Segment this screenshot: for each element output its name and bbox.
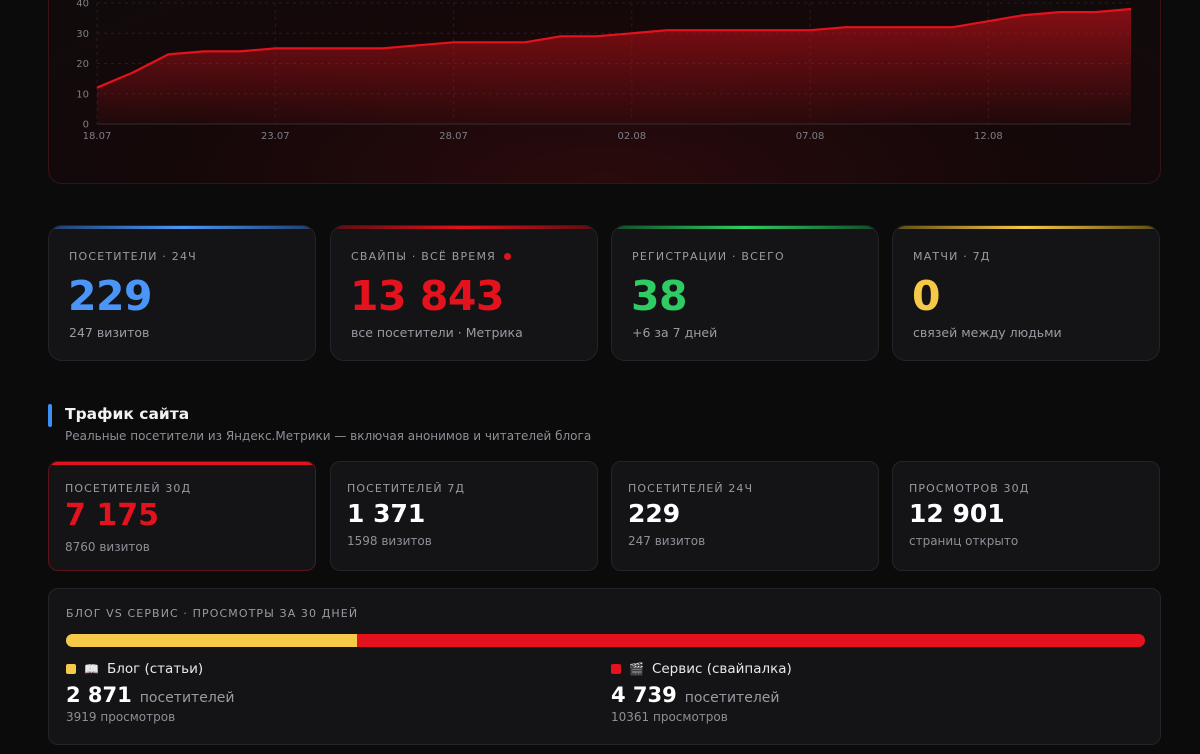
traffic-card-visitors-30d[interactable]: ПОСЕТИТЕЛЕЙ 30Д 7 175 8760 визитов <box>48 461 316 571</box>
section-accent-bar <box>48 404 52 427</box>
live-indicator-icon <box>504 253 511 260</box>
traffic-value: 1 371 <box>347 499 426 528</box>
stat-label: ПОСЕТИТЕЛИ · 24Ч <box>69 250 197 263</box>
x-tick-label: 18.07 <box>83 131 112 142</box>
service-swatch <box>611 664 621 674</box>
traffic-sub: 247 визитов <box>628 534 706 548</box>
y-tick-label: 0 <box>83 120 89 131</box>
section-title: Трафик сайта <box>65 405 190 423</box>
legend-views: 10361 просмотров <box>611 710 728 724</box>
traffic-sub: 8760 визитов <box>65 540 150 554</box>
stat-value: 229 <box>68 272 153 320</box>
traffic-value: 12 901 <box>909 499 1005 528</box>
traffic-sub: 1598 визитов <box>347 534 432 548</box>
legend-views: 3919 просмотров <box>66 710 176 724</box>
stat-card-swipes: СВАЙПЫ · ВСЁ ВРЕМЯ 13 843 все посетители… <box>330 225 598 361</box>
stat-value: 0 <box>912 272 941 320</box>
blog-vs-service-bar <box>66 634 1145 647</box>
legend-unit: посетителей <box>684 690 780 706</box>
y-tick-label: 40 <box>76 0 89 10</box>
series-area <box>97 9 1131 124</box>
legend-unit: посетителей <box>139 690 235 706</box>
x-tick-label: 23.07 <box>261 131 290 142</box>
legend-service: 🎬 Сервис (свайпалка) 4 739 посетителей 1… <box>611 661 792 724</box>
traffic-label: ПОСЕТИТЕЛЕЙ 30Д <box>65 482 192 495</box>
section-subtitle: Реальные посетители из Яндекс.Метрики — … <box>65 429 592 443</box>
clapperboard-icon: 🎬 <box>629 662 644 676</box>
traffic-card-pageviews-30d[interactable]: ПРОСМОТРОВ 30Д 12 901 страниц открыто <box>892 461 1160 571</box>
stat-card-matches: МАТЧИ · 7Д 0 связей между людьми <box>892 225 1160 361</box>
stat-label: МАТЧИ · 7Д <box>913 250 991 263</box>
stat-sub: +6 за 7 дней <box>632 325 718 340</box>
traffic-label: ПОСЕТИТЕЛЕЙ 24Ч <box>628 482 754 495</box>
traffic-value: 7 175 <box>65 498 159 533</box>
traffic-card-visitors-7d[interactable]: ПОСЕТИТЕЛЕЙ 7Д 1 371 1598 визитов <box>330 461 598 571</box>
split-label: БЛОГ VS СЕРВИС · ПРОСМОТРЫ ЗА 30 ДНЕЙ <box>66 607 359 620</box>
stat-sub: 247 визитов <box>69 325 150 340</box>
stat-value: 13 843 <box>350 272 504 320</box>
x-tick-label: 02.08 <box>618 131 647 142</box>
traffic-label: ПРОСМОТРОВ 30Д <box>909 482 1030 495</box>
traffic-sub: страниц открыто <box>909 534 1019 548</box>
stat-accent-line <box>893 226 1159 229</box>
stat-accent-line <box>331 226 597 229</box>
stat-card-registrations: РЕГИСТРАЦИИ · ВСЕГО 38 +6 за 7 дней <box>611 225 879 361</box>
blog-vs-service-card: БЛОГ VS СЕРВИС · ПРОСМОТРЫ ЗА 30 ДНЕЙ 📖 … <box>48 588 1161 745</box>
y-tick-label: 10 <box>76 89 89 100</box>
visitors-chart-card: 0 10 20 30 40 18.07 23.07 28.07 02.08 07.08 12.08 <box>48 0 1161 184</box>
active-accent-line <box>49 462 315 465</box>
x-tick-label: 07.08 <box>796 131 825 142</box>
blog-share-segment <box>66 634 358 647</box>
blog-swatch <box>66 664 76 674</box>
x-tick-label: 12.08 <box>974 131 1003 142</box>
visitors-chart: 0 10 20 30 40 18.07 23.07 28.07 02.08 07.08 12.08 <box>76 0 1132 142</box>
stat-sub: все посетители · Метрика <box>351 325 523 340</box>
service-share-segment <box>357 634 1145 647</box>
stat-card-visitors: ПОСЕТИТЕЛИ · 24Ч 229 247 визитов <box>48 225 316 361</box>
legend-name: Блог (статьи) <box>106 661 204 677</box>
stat-sub: связей между людьми <box>913 325 1062 340</box>
stat-label: РЕГИСТРАЦИИ · ВСЕГО <box>632 250 785 263</box>
y-tick-label: 30 <box>76 29 89 40</box>
stat-accent-line <box>49 226 315 229</box>
stat-accent-line <box>612 226 878 229</box>
traffic-value: 229 <box>628 499 681 528</box>
x-tick-label: 28.07 <box>439 131 468 142</box>
book-icon: 📖 <box>84 662 99 676</box>
dashboard-page: 0 10 20 30 40 18.07 23.07 28.07 02.08 07.08 12.08 … <box>0 0 1200 754</box>
legend-blog: 📖 Блог (статьи) 2 871 посетителей 3919 п… <box>66 661 234 724</box>
traffic-card-visitors-24h[interactable]: ПОСЕТИТЕЛЕЙ 24Ч 229 247 визитов <box>611 461 879 571</box>
legend-value: 4 739 <box>611 683 677 707</box>
legend-name: Сервис (свайпалка) <box>651 661 792 677</box>
stat-value: 38 <box>631 272 688 320</box>
stat-label: СВАЙПЫ · ВСЁ ВРЕМЯ <box>351 250 511 263</box>
traffic-label: ПОСЕТИТЕЛЕЙ 7Д <box>347 482 466 495</box>
y-tick-label: 20 <box>76 59 89 70</box>
legend-value: 2 871 <box>66 683 132 707</box>
